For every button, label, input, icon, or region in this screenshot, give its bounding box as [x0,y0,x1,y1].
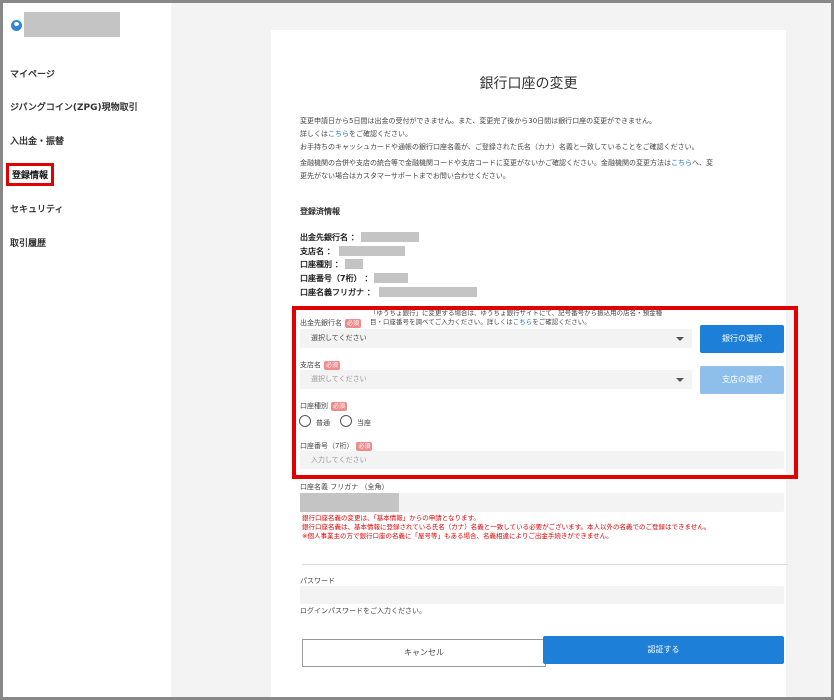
registered-info-title: 登録済情報 [300,207,340,216]
notice-text: 変更申請日から5日間は出金の受付ができません。また、変更完了後から30日間は銀行… [300,117,713,180]
holder-warning-1: 銀行口座名義の変更は、「基本情報」からの申請となります。 [302,514,480,522]
holder-warning-3: ※個人事業主の方で銀行口座の名義に「屋号等」もある場合、名義相違によりご出金手続… [302,532,613,540]
registered-account-type: 口座種別 ： [300,258,363,270]
app-frame: マイページ ジパングコイン(ZPG)現物取引 入出金・振替 登録情報 セキュリテ… [3,3,831,697]
details-link[interactable]: こちら [328,130,349,138]
bank-change-link[interactable]: こちら [671,159,692,167]
account-holder-field [300,493,784,512]
registered-account-holder: 口座名義フリガナ ： [300,286,477,298]
account-holder-label: 口座名義 フリガナ （全角） [300,483,389,491]
sidebar: マイページ ジパングコイン(ZPG)現物取引 入出金・振替 登録情報 セキュリテ… [3,3,171,697]
sidebar-item-history[interactable]: 取引履歴 [10,236,46,249]
holder-warning-2: 銀行口座名義は、基本情報に登録されている氏名（カナ）名義と一致している必要がござ… [302,523,711,531]
sidebar-item-zpg-trade[interactable]: ジパングコイン(ZPG)現物取引 [10,100,138,113]
user-name-redacted [24,12,120,37]
page-title: 銀行口座の変更 [479,76,578,92]
password-label: パスワード [300,577,335,585]
registered-bank-name: 出金先銀行名 ： [300,231,419,243]
divider [302,564,788,565]
highlight-box [292,306,798,479]
cancel-button[interactable]: キャンセル [302,639,546,667]
registered-branch: 支店名 ： [300,245,405,257]
user-icon [11,20,22,31]
sidebar-item-security[interactable]: セキュリティ [10,202,63,215]
authenticate-button[interactable]: 認証する [543,636,784,664]
password-hint: ログインパスワードをご入力ください。 [300,607,426,615]
sidebar-item-registration[interactable]: 登録情報 [6,163,55,186]
registered-account-number: 口座番号（7桁） ： [300,272,409,284]
sidebar-item-mypage[interactable]: マイページ [10,67,55,80]
password-input[interactable] [300,586,784,604]
sidebar-item-deposit-withdraw[interactable]: 入出金・振替 [10,134,64,147]
